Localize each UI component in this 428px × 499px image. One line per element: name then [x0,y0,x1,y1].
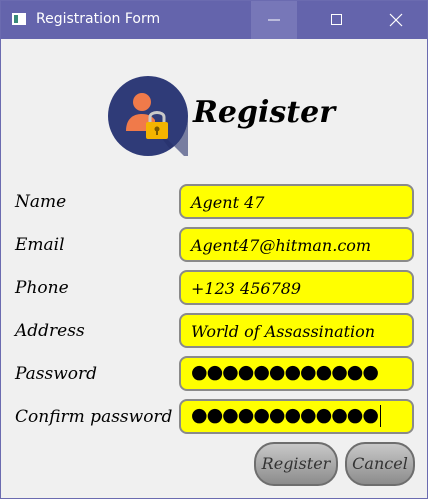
minimize-button[interactable] [251,1,297,39]
maximize-icon [331,14,342,25]
app-icon [12,13,26,25]
confirm-password-value: ●●●●●●●●●●●● [191,404,379,426]
phone-label: Phone [15,278,69,298]
registration-window: Registration Form Register Name Agent 47… [0,0,428,499]
password-input[interactable]: ●●●●●●●●●●●● [179,356,414,391]
confirm-password-label: Confirm password [15,407,173,427]
register-button[interactable]: Register [254,442,338,486]
address-input[interactable]: World of Assassination [179,313,414,348]
phone-input[interactable]: +123 456789 [179,270,414,305]
minimize-icon [268,19,280,21]
password-label: Password [15,364,98,384]
close-icon [389,13,403,27]
address-label: Address [15,321,85,341]
title-bar[interactable]: Registration Form [1,1,427,39]
confirm-password-input[interactable]: ●●●●●●●●●●●● [179,399,414,434]
text-caret [379,404,381,427]
user-lock-icon [108,76,188,156]
name-label: Name [15,192,67,212]
email-input[interactable]: Agent47@hitman.com [179,227,414,262]
close-button[interactable] [373,1,419,39]
page-title: Register [193,95,336,130]
name-input[interactable]: Agent 47 [179,184,414,219]
window-title: Registration Form [36,11,161,27]
cancel-button[interactable]: Cancel [345,442,415,486]
maximize-button[interactable] [314,1,360,39]
email-label: Email [15,235,65,255]
